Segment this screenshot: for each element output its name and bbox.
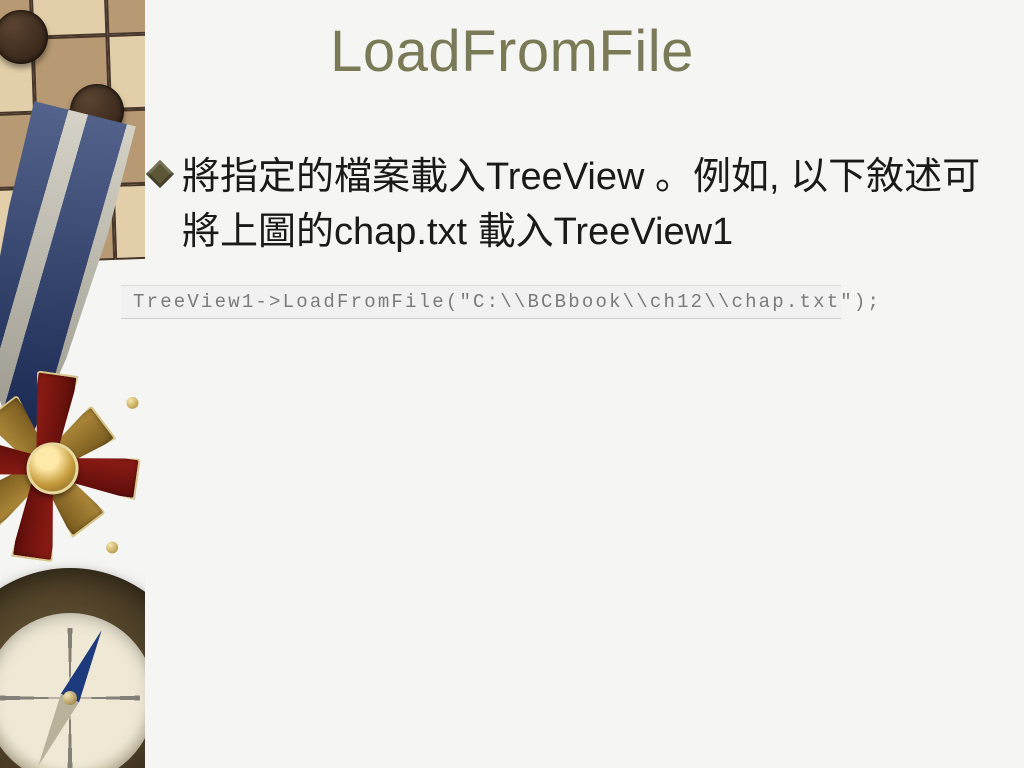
code-snippet-bar: TreeView1->LoadFromFile("C:\\BCBbook\\ch… [121,285,841,319]
compass-icon [0,568,145,768]
bullet-diamond-icon [146,160,174,188]
bullet-text: 將指定的檔案載入TreeView 。例如, 以下敘述可將上圖的chap.txt … [182,150,984,260]
bullet-item: 將指定的檔案載入TreeView 。例如, 以下敘述可將上圖的chap.txt … [150,150,984,260]
slide: LoadFromFile 將指定的檔案載入TreeView 。例如, 以下敘述可… [0,0,1024,768]
decorative-left-band [0,0,145,768]
medal-icon [0,369,145,561]
slide-title: LoadFromFile [0,18,1024,85]
code-snippet-text: TreeView1->LoadFromFile("C:\\BCBbook\\ch… [133,291,881,313]
slide-body: 將指定的檔案載入TreeView 。例如, 以下敘述可將上圖的chap.txt … [150,150,984,260]
